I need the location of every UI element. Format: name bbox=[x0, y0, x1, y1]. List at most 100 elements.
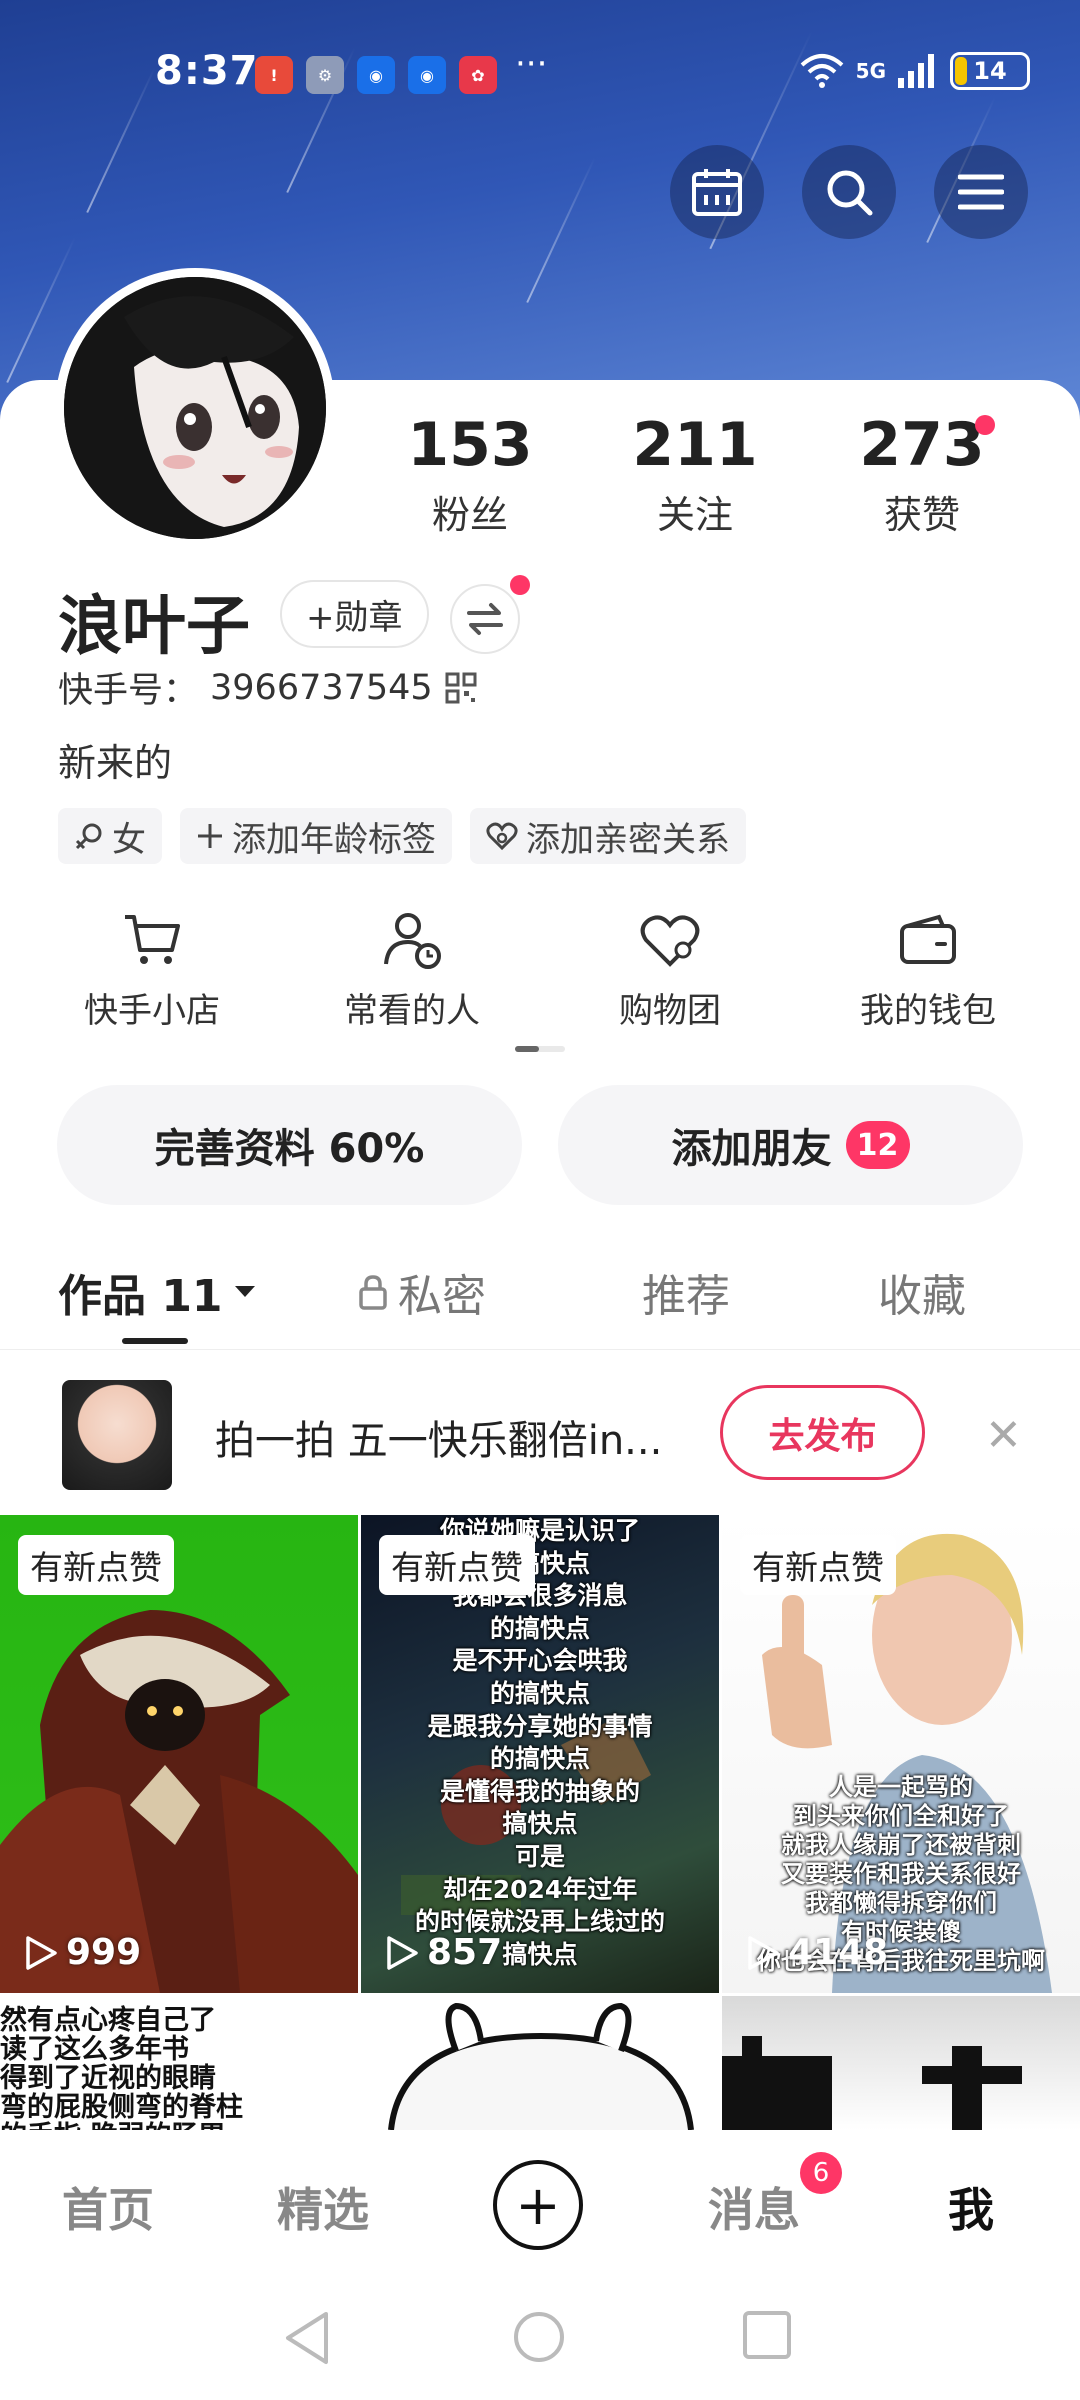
video-tile[interactable] bbox=[361, 1996, 719, 2130]
profile-tags: 女 添加年龄标签 添加亲密关系 bbox=[58, 808, 746, 864]
back-icon[interactable] bbox=[282, 2310, 332, 2366]
shortcut-label: 快手小店 bbox=[84, 991, 220, 1031]
play-count: 999 bbox=[24, 1932, 141, 1973]
add-friends-count-badge: 12 bbox=[845, 1121, 910, 1169]
tab-works[interactable]: 作品 11 bbox=[58, 1260, 257, 1324]
caret-down-icon bbox=[234, 1286, 255, 1297]
shortcut-wallet[interactable]: 我的钱包 bbox=[808, 905, 1048, 1032]
active-tab-indicator bbox=[122, 1338, 188, 1344]
following-label: 关注 bbox=[656, 493, 733, 537]
heart-group-icon bbox=[640, 915, 700, 967]
signal-icon bbox=[898, 54, 934, 88]
switch-notification-dot bbox=[510, 575, 530, 595]
lock-icon bbox=[359, 1275, 387, 1310]
video-thumbnail bbox=[722, 2036, 1022, 2130]
sky-streak bbox=[526, 157, 596, 303]
shortcut-row: 快手小店 常看的人 购物团 我的钱包 bbox=[0, 905, 1080, 1035]
notification-icons: ! ⚙ ◉ ◉ ✿ bbox=[255, 56, 497, 94]
create-button[interactable]: + bbox=[493, 2160, 583, 2250]
profile-name: 浪叶子 bbox=[58, 590, 250, 664]
gender-tag[interactable]: 女 bbox=[58, 808, 162, 864]
system-navigation-bar bbox=[0, 2280, 1080, 2400]
home-icon[interactable] bbox=[512, 2310, 566, 2364]
avatar[interactable] bbox=[55, 268, 335, 548]
tab-private[interactable]: 私密 bbox=[358, 1260, 486, 1324]
kuaishou-id-value: 3966737545 bbox=[210, 667, 433, 708]
avatar-image bbox=[64, 277, 326, 539]
calendar-button[interactable] bbox=[670, 145, 764, 239]
likes-label: 获赞 bbox=[883, 493, 960, 537]
tab-favorites[interactable]: 收藏 bbox=[878, 1260, 966, 1324]
nav-messages[interactable]: 消息 bbox=[708, 2174, 800, 2240]
following-stat[interactable]: 211 关注 bbox=[615, 410, 775, 539]
promo-text[interactable]: 拍一拍 五一快乐翻倍in... bbox=[215, 1408, 685, 1466]
add-relationship-tag-label: 添加亲密关系 bbox=[526, 819, 730, 860]
huawei-icon: ✿ bbox=[459, 56, 497, 94]
video-thumbnail bbox=[388, 2002, 694, 2130]
video-tile[interactable]: 有新点赞 999 bbox=[0, 1515, 358, 1993]
tab-recommend[interactable]: 推荐 bbox=[642, 1260, 730, 1324]
kuaishou-id-row[interactable]: 快手号： 3966737545 bbox=[58, 662, 477, 713]
network-type: 5G bbox=[855, 59, 886, 83]
wallet-icon bbox=[900, 914, 956, 964]
switch-account-button[interactable] bbox=[450, 584, 520, 654]
qr-code-icon[interactable] bbox=[445, 672, 477, 704]
shortcut-kuaishou-shop[interactable]: 快手小店 bbox=[32, 905, 272, 1032]
battery-icon: 14 bbox=[950, 52, 1030, 90]
tab-works-label: 作品 11 bbox=[58, 1271, 223, 1322]
menu-icon bbox=[958, 174, 1004, 210]
followers-label: 粉丝 bbox=[431, 493, 508, 537]
add-friends-button[interactable]: 添加朋友 12 bbox=[558, 1085, 1023, 1205]
play-count-value: 857 bbox=[427, 1932, 503, 1973]
messages-badge: 6 bbox=[800, 2152, 842, 2194]
search-button[interactable] bbox=[802, 145, 896, 239]
add-age-tag[interactable]: 添加年龄标签 bbox=[180, 808, 452, 864]
tab-private-label: 私密 bbox=[398, 1271, 486, 1322]
new-like-badge: 有新点赞 bbox=[740, 1535, 896, 1595]
profile-bio: 新来的 bbox=[58, 741, 173, 785]
publish-prompt: 拍一拍 五一快乐翻倍in... 去发布 ✕ bbox=[0, 1350, 1080, 1510]
play-icon bbox=[748, 1935, 779, 1970]
shortcut-shopping-group[interactable]: 购物团 bbox=[550, 905, 790, 1032]
wifi-icon bbox=[800, 54, 843, 88]
bottom-navigation: 首页 精选 + 消息 6 我 bbox=[0, 2130, 1080, 2280]
add-relationship-tag[interactable]: 添加亲密关系 bbox=[470, 808, 746, 864]
shortcut-pager bbox=[515, 1046, 565, 1052]
video-tile[interactable]: 你说她嘛是认识了 的搞快点 我都会很多消息 的搞快点 是不开心会哄我 的搞快点 … bbox=[361, 1515, 719, 1993]
go-publish-button[interactable]: 去发布 bbox=[720, 1385, 925, 1480]
plus-icon bbox=[198, 824, 222, 848]
shortcut-label: 购物团 bbox=[619, 991, 721, 1031]
shortcut-label: 我的钱包 bbox=[860, 991, 996, 1031]
add-friends-label: 添加朋友 bbox=[671, 1126, 832, 1172]
content-tabs: 作品 11 私密 推荐 收藏 bbox=[0, 1240, 1080, 1350]
search-icon bbox=[827, 170, 873, 216]
video-tile[interactable] bbox=[722, 1996, 1080, 2130]
heart-link-icon bbox=[486, 822, 518, 851]
followers-count: 153 bbox=[407, 410, 533, 480]
nav-featured[interactable]: 精选 bbox=[277, 2174, 369, 2240]
recent-apps-icon[interactable] bbox=[742, 2310, 792, 2360]
menu-button[interactable] bbox=[934, 145, 1028, 239]
followers-stat[interactable]: 153 粉丝 bbox=[390, 410, 550, 539]
person-clock-icon bbox=[384, 913, 441, 969]
complete-profile-button[interactable]: 完善资料 60% bbox=[57, 1085, 522, 1205]
video-tile[interactable]: 然有点心疼自己了 读了这么多年书 得到了近视的眼睛 弯的屁股侧弯的脊柱 的手指 … bbox=[0, 1996, 358, 2130]
app-notification-icon: ◉ bbox=[357, 56, 395, 94]
close-icon[interactable]: ✕ bbox=[985, 1410, 1022, 1461]
tab-recommend-label: 推荐 bbox=[642, 1271, 730, 1322]
play-count: 4148 bbox=[746, 1932, 888, 1973]
nav-home[interactable]: 首页 bbox=[62, 2174, 154, 2240]
more-notifications-icon: ··· bbox=[515, 44, 548, 84]
play-icon bbox=[26, 1935, 57, 1970]
swap-icon bbox=[467, 603, 503, 635]
video-tile[interactable]: 人是一起骂的 到头来你们全和好了 就我人缘崩了还被背刺 又要装作和我关系很好 我… bbox=[722, 1515, 1080, 1993]
works-grid: 有新点赞 999 你说她嘛是认识了 的搞快点 我都会很多消息 的搞快点 是不开心… bbox=[0, 1515, 1080, 2130]
cart-icon bbox=[125, 915, 180, 964]
add-badge-button[interactable]: +勋章 bbox=[280, 580, 429, 648]
new-like-badge: 有新点赞 bbox=[379, 1535, 535, 1595]
shortcut-frequent-people[interactable]: 常看的人 bbox=[292, 905, 532, 1032]
nav-me[interactable]: 我 bbox=[948, 2174, 994, 2240]
play-count-value: 999 bbox=[66, 1932, 142, 1973]
complete-profile-label: 完善资料 60% bbox=[154, 1126, 425, 1172]
play-count: 857 bbox=[385, 1932, 502, 1973]
